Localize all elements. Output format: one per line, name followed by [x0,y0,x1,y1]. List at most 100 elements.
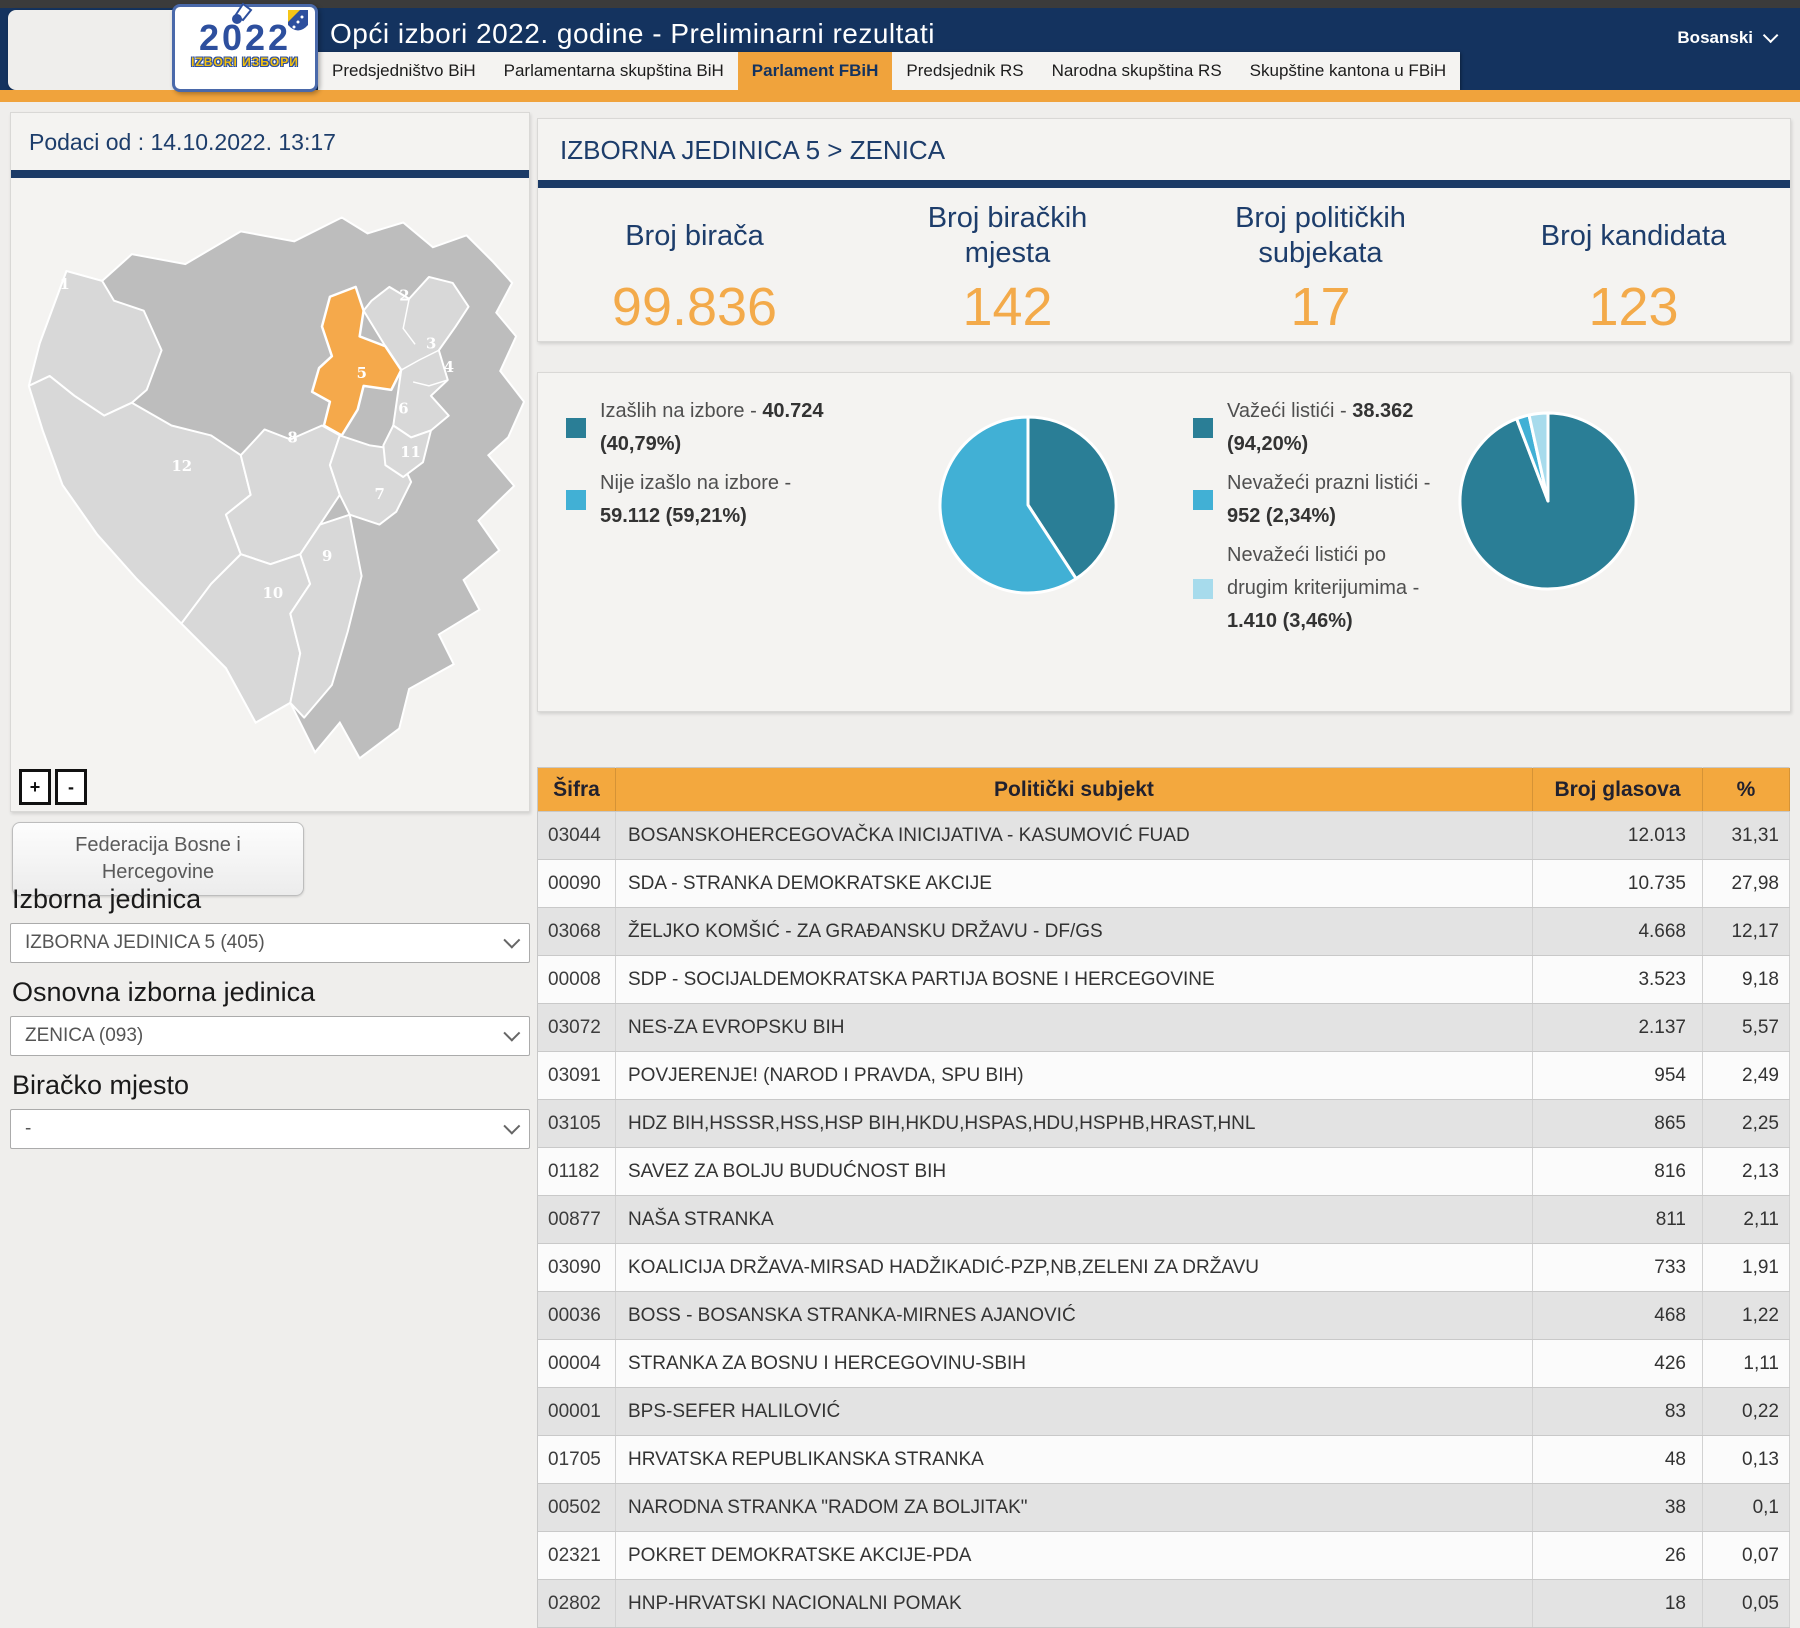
results-table: Šifra Politički subjekt Broj glasova % 0… [537,767,1790,1628]
logo-2022-izbori[interactable]: 2022 IZBORI ИЗБОРИ [172,4,318,92]
table-row: 00008 SDP - SOCIJALDEMOKRATSKA PARTIJA B… [538,956,1790,1004]
nav-tab[interactable]: Skupštine kantona u FBiH [1236,52,1461,90]
page-title: Opći izbori 2022. godine - Preliminarni … [330,18,935,50]
party-pct: 12,17 [1703,908,1790,956]
party-pct: 5,57 [1703,1004,1790,1052]
filter-select[interactable]: ZENICA (093) [10,1016,530,1056]
map-district-number: 9 [322,547,332,565]
map-panel: Podaci od : 14.10.2022. 13:17 1234567891… [10,112,530,812]
party-pct: 2,11 [1703,1196,1790,1244]
nav-tab[interactable]: Predsjednik RS [892,52,1037,90]
ballots-pie-chart [1456,409,1640,593]
legend-label: Nevažeći prazni listići [1227,472,1418,494]
party-name: NAŠA STRANKA [616,1196,1533,1244]
legend-swatch [1193,418,1213,438]
legend-label: Nije izašlo na izbore [600,472,779,494]
party-name: BOSS - BOSANSKA STRANKA-MIRNES AJANOVIĆ [616,1292,1533,1340]
party-votes: 3.523 [1533,956,1703,1004]
map-district-number: 8 [287,428,297,446]
legend-value: 952 (2,34%) [1227,505,1336,527]
stat-label: Broj kandidata [1477,200,1790,272]
column-header-party: Politički subjekt [616,768,1533,812]
legend-text: Nevažeći listići po drugim kriterijumima… [1227,539,1451,638]
party-name: KOALICIJA DRŽAVA-MIRSAD HADŽIKADIĆ-PZP,N… [616,1244,1533,1292]
party-votes: 10.735 [1533,860,1703,908]
language-label: Bosanski [1677,28,1753,47]
party-code: 03105 [538,1100,616,1148]
bih-districts-map[interactable]: 123456789101112 [15,183,525,771]
divider [538,180,1790,188]
party-code: 02802 [538,1580,616,1628]
table-row: 00877 NAŠA STRANKA 811 2,11 [538,1196,1790,1244]
map-district-number: 10 [263,584,284,602]
party-name: ŽELJKO KOMŠIĆ - ZA GRAĐANSKU DRŽAVU - DF… [616,908,1533,956]
legend-item: Nevažeći prazni listići - 952 (2,34%) [1193,467,1451,533]
legend-swatch [566,490,586,510]
party-pct: 2,49 [1703,1052,1790,1100]
language-selector[interactable]: Bosanski [1677,28,1774,48]
party-code: 00502 [538,1484,616,1532]
party-votes: 468 [1533,1292,1703,1340]
filter-block: Osnovna izborna jedinica ZENICA (093) [10,977,530,1056]
party-votes: 816 [1533,1148,1703,1196]
party-votes: 26 [1533,1532,1703,1580]
party-pct: 9,18 [1703,956,1790,1004]
map-district-number: 5 [357,364,367,382]
party-code: 03091 [538,1052,616,1100]
column-header-votes: Broj glasova [1533,768,1703,812]
stat-cell: Broj biračkih mjesta 142 [851,200,1164,338]
filter-select-value: IZBORNA JEDINICA 5 (405) [25,932,503,954]
map-district-number: 6 [398,400,408,418]
legend-item: Izašlih na izbore - 40.724 (40,79%) [566,395,834,461]
party-pct: 1,91 [1703,1244,1790,1292]
party-name: HNP-HRVATSKI NACIONALNI POMAK [616,1580,1533,1628]
party-votes: 811 [1533,1196,1703,1244]
map-zoom-out-button[interactable]: - [55,769,87,805]
filter-block: Biračko mjesto - [10,1070,530,1149]
legend-item: Nije izašlo na izbore - 59.112 (59,21%) [566,467,834,533]
chevron-down-icon [503,1025,520,1042]
map-district-number: 11 [400,443,421,461]
nav-tab[interactable]: Predsjedništvo BiH [318,52,490,90]
party-votes: 865 [1533,1100,1703,1148]
legend-value: 59.112 (59,21%) [600,505,747,527]
table-row: 03068 ŽELJKO KOMŠIĆ - ZA GRAĐANSKU DRŽAV… [538,908,1790,956]
party-votes: 38 [1533,1484,1703,1532]
party-pct: 2,25 [1703,1100,1790,1148]
map-district-number: 1 [60,275,70,293]
party-code: 00001 [538,1388,616,1436]
filter-select[interactable]: IZBORNA JEDINICA 5 (405) [10,923,530,963]
charts-panel: Izašlih na izbore - 40.724 (40,79%) Nije… [537,372,1791,712]
nav-tab[interactable]: Parlamentarna skupština BiH [490,52,738,90]
turnout-legend: Izašlih na izbore - 40.724 (40,79%) Nije… [566,395,834,539]
filter-select[interactable]: - [10,1109,530,1149]
filter-label: Izborna jedinica [12,884,530,915]
legend-label: Nevažeći listići po drugim kriterijumima [1227,544,1407,599]
nav-tab[interactable]: Narodna skupština RS [1038,52,1236,90]
party-name: BOSANSKOHERCEGOVAČKA INICIJATIVA - KASUM… [616,812,1533,860]
party-name: SDP - SOCIJALDEMOKRATSKA PARTIJA BOSNE I… [616,956,1533,1004]
filters: Izborna jedinica IZBORNA JEDINICA 5 (405… [10,884,530,1149]
party-name: SDA - STRANKA DEMOKRATSKE AKCIJE [616,860,1533,908]
chevron-down-icon [503,1118,520,1135]
party-votes: 48 [1533,1436,1703,1484]
chevron-down-icon [1763,28,1779,44]
nav-tab[interactable]: Parlament FBiH [738,52,893,90]
map-district-number: 12 [171,457,192,475]
party-votes: 12.013 [1533,812,1703,860]
table-row: 01705 HRVATSKA REPUBLIKANSKA STRANKA 48 … [538,1436,1790,1484]
party-code: 00004 [538,1340,616,1388]
stat-label: Broj političkih subjekata [1164,200,1477,272]
stats-panel: IZBORNA JEDINICA 5 > ZENICA Broj birača … [537,118,1791,342]
filter-select-value: ZENICA (093) [25,1025,503,1047]
table-row: 00001 BPS-SEFER HALILOVIĆ 83 0,22 [538,1388,1790,1436]
legend-text: Nije izašlo na izbore - 59.112 (59,21%) [600,467,834,533]
table-row: 03072 NES-ZA EVROPSKU BIH 2.137 5,57 [538,1004,1790,1052]
party-pct: 0,05 [1703,1580,1790,1628]
legend-value: 1.410 (3,46%) [1227,610,1353,632]
party-votes: 426 [1533,1340,1703,1388]
map-zoom-in-button[interactable]: + [19,769,51,805]
breadcrumb: IZBORNA JEDINICA 5 > ZENICA [538,119,1790,166]
ballot-hand-icon [227,1,255,25]
bih-shield-icon [287,9,309,37]
